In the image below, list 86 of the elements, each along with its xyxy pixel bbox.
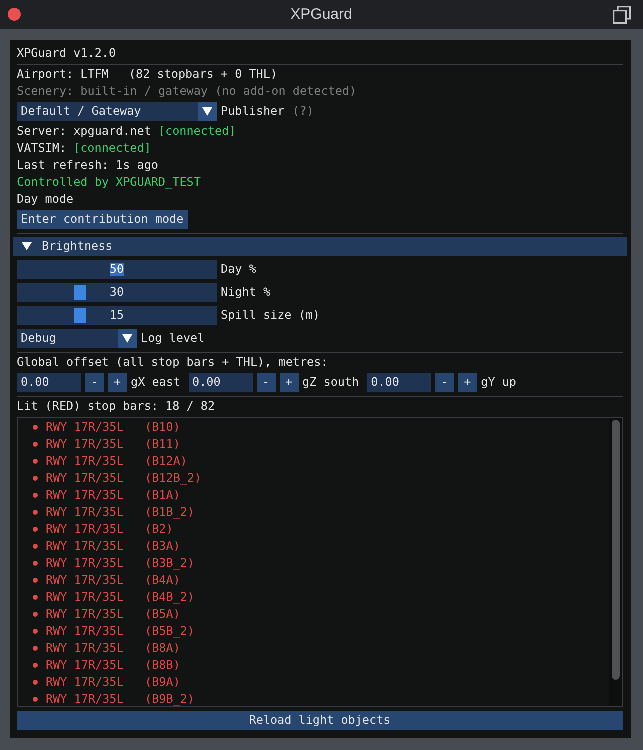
reload-button[interactable]: Reload light objects bbox=[17, 711, 623, 730]
bullet-icon bbox=[33, 612, 38, 617]
stopbar-item: RWY 17R/35L (B10) bbox=[46, 421, 180, 434]
decrement-button[interactable]: - bbox=[85, 373, 104, 392]
scrollbar[interactable] bbox=[609, 418, 622, 706]
slider-thumb[interactable] bbox=[74, 285, 86, 300]
bullet-icon bbox=[33, 510, 38, 515]
axis-label: gZ south bbox=[302, 376, 360, 389]
connection-status: [connected] bbox=[158, 125, 236, 138]
stopbar-item: RWY 17R/35L (B12A) bbox=[46, 455, 188, 468]
stopbar-item: RWY 17R/35L (B3B_2) bbox=[46, 557, 195, 570]
decrement-button[interactable]: - bbox=[435, 373, 454, 392]
lit-title: Lit (RED) stop bars: 18 / 82 bbox=[17, 400, 216, 413]
slider-thumb[interactable] bbox=[74, 308, 86, 323]
airport-label: Airport: LTFM bbox=[17, 68, 109, 81]
brightness-header[interactable]: Brightness bbox=[13, 237, 627, 256]
bullet-icon bbox=[33, 544, 38, 549]
stopbar-item: RWY 17R/35L (B2) bbox=[46, 523, 174, 536]
bullet-icon bbox=[33, 663, 38, 668]
increment-button[interactable]: + bbox=[280, 373, 299, 392]
caret-icon bbox=[22, 242, 32, 251]
bullet-icon bbox=[33, 527, 38, 532]
caret-icon bbox=[118, 329, 137, 348]
increment-button[interactable]: + bbox=[108, 373, 127, 392]
bullet-icon bbox=[33, 425, 38, 430]
stopbar-item: RWY 17R/35L (B8B) bbox=[46, 659, 180, 672]
offset-input[interactable]: 0.00 bbox=[17, 373, 81, 392]
bullet-icon bbox=[33, 595, 38, 600]
stopbar-item: RWY 17R/35L (B4B_2) bbox=[46, 591, 195, 604]
axis-label: gX east bbox=[131, 376, 181, 389]
restore-icon[interactable] bbox=[613, 6, 631, 24]
close-icon[interactable] bbox=[8, 8, 21, 21]
bullet-icon bbox=[33, 578, 38, 583]
version-label: XPGuard v1.2.0 bbox=[17, 47, 118, 60]
refresh-label: Last refresh: 1s ago bbox=[17, 159, 160, 172]
stopbar-item: RWY 17R/35L (B3A) bbox=[46, 540, 180, 553]
scenery-label: Scenery: built-in / gateway (no add-on detected) bbox=[17, 85, 358, 98]
control-status: Controlled by XPGUARD_TEST bbox=[17, 176, 202, 189]
slider[interactable]: 15 bbox=[17, 306, 217, 325]
selected-value: 50 bbox=[110, 263, 124, 276]
mode-label: Day mode bbox=[17, 193, 75, 206]
offset-title: Global offset (all stop bars + THL), metres: bbox=[17, 356, 330, 369]
stopbar-item: RWY 17R/35L (B11) bbox=[46, 438, 180, 451]
stopbar-item: RWY 17R/35L (B9B_2) bbox=[46, 693, 195, 706]
increment-button[interactable]: + bbox=[458, 373, 478, 392]
stopbar-item: RWY 17R/35L (B5A) bbox=[46, 608, 180, 621]
axis-label: gY up bbox=[481, 376, 516, 389]
bullet-icon bbox=[33, 697, 38, 702]
bullet-icon bbox=[33, 646, 38, 651]
bullet-icon bbox=[33, 629, 38, 634]
log-level-label: Log level bbox=[141, 332, 205, 345]
stopbar-item: RWY 17R/35L (B1A) bbox=[46, 489, 180, 502]
stopbar-count: (82 stopbars + 0 THL) bbox=[128, 68, 278, 81]
offset-input[interactable]: 0.00 bbox=[367, 373, 432, 392]
bullet-icon bbox=[33, 476, 38, 481]
connection-label: VATSIM: bbox=[17, 142, 67, 155]
publisher-label: Publisher bbox=[221, 105, 285, 118]
stopbar-item: RWY 17R/35L (B12B_2) bbox=[46, 472, 202, 485]
window-title: XPGuard bbox=[290, 6, 352, 24]
slider[interactable]: 30 bbox=[17, 283, 217, 302]
connection-label: Server: xpguard.net bbox=[17, 125, 152, 138]
log-level-dropdown[interactable]: Debug bbox=[17, 329, 137, 348]
slider-label: Spill size (m) bbox=[221, 309, 320, 322]
bullet-icon bbox=[33, 561, 38, 566]
help-marker[interactable]: (?) bbox=[292, 105, 314, 118]
slider-value: 30 bbox=[110, 286, 124, 299]
stopbar-item: RWY 17R/35L (B9A) bbox=[46, 676, 180, 689]
slider[interactable]: 50 bbox=[17, 260, 217, 279]
stopbar-item: RWY 17R/35L (B4A) bbox=[46, 574, 180, 587]
caret-icon bbox=[198, 102, 217, 121]
slider-label: Day % bbox=[221, 263, 256, 276]
stopbar-item: RWY 17R/35L (B1B_2) bbox=[46, 506, 195, 519]
bullet-icon bbox=[33, 493, 38, 498]
scrollbar-thumb[interactable] bbox=[612, 420, 620, 680]
bullet-icon bbox=[33, 459, 38, 464]
bullet-icon bbox=[33, 442, 38, 447]
contribution-button[interactable]: Enter contribution mode bbox=[17, 210, 188, 229]
slider-value: 15 bbox=[110, 309, 124, 322]
offset-input[interactable]: 0.00 bbox=[188, 373, 253, 392]
connection-status: [connected] bbox=[74, 142, 152, 155]
stopbar-item: RWY 17R/35L (B5B_2) bbox=[46, 625, 195, 638]
publisher-dropdown[interactable]: Default / Gateway bbox=[17, 102, 217, 121]
stopbar-item: RWY 17R/35L (B8A) bbox=[46, 642, 180, 655]
slider-label: Night % bbox=[221, 286, 271, 299]
bullet-icon bbox=[33, 680, 38, 685]
decrement-button[interactable]: - bbox=[256, 373, 276, 392]
